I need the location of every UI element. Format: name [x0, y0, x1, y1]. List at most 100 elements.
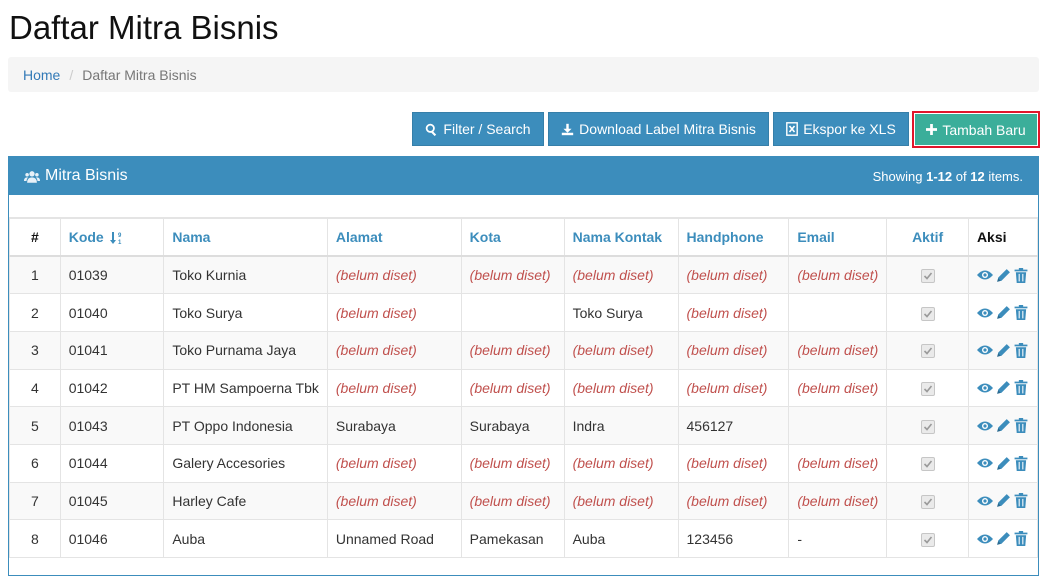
export-xls-button[interactable]: Ekspor ke XLS: [773, 112, 909, 146]
add-new-button[interactable]: Tambah Baru: [912, 111, 1040, 148]
kota-cell: (belum diset): [460, 481, 565, 521]
pencil-icon[interactable]: [996, 531, 1011, 546]
eye-icon[interactable]: [976, 494, 993, 508]
breadcrumb-home-link[interactable]: Home: [23, 67, 60, 83]
filter-search-button[interactable]: Filter / Search: [412, 112, 544, 146]
kota-cell: (belum diset): [460, 368, 565, 408]
col-header-kota[interactable]: Kota: [460, 217, 565, 257]
row-number: 8: [9, 519, 61, 558]
aktif-checkbox: [920, 382, 935, 397]
col-header-kode-label: Kode: [68, 228, 104, 245]
row-number: 7: [9, 481, 61, 521]
pencil-icon[interactable]: [996, 268, 1011, 283]
trash-icon[interactable]: [1014, 380, 1028, 396]
aksi-cell: [967, 368, 1039, 408]
trash-icon[interactable]: [1014, 493, 1028, 509]
col-header-aksi: Aksi: [967, 217, 1039, 257]
trash-icon[interactable]: [1014, 342, 1028, 358]
download-label-button[interactable]: Download Label Mitra Bisnis: [548, 112, 769, 146]
pencil-icon[interactable]: [996, 418, 1011, 433]
pencil-icon[interactable]: [996, 493, 1011, 508]
nama-cell: Toko Purnama Jaya: [163, 330, 328, 370]
col-header-handphone[interactable]: Handphone: [677, 217, 790, 257]
kode-cell: 01043: [59, 406, 165, 445]
aksi-cell: [967, 481, 1039, 521]
kode-cell: 01042: [59, 368, 165, 408]
toolbar: Filter / Search Download Label Mitra Bis…: [0, 111, 1044, 148]
trash-icon[interactable]: [1014, 305, 1028, 321]
eye-icon[interactable]: [976, 381, 993, 395]
email-cell: [788, 406, 888, 445]
kota-cell: (belum diset): [460, 330, 565, 370]
pencil-icon[interactable]: [996, 305, 1011, 320]
col-header-kode[interactable]: Kode 91: [59, 217, 165, 257]
aktif-cell: [886, 368, 969, 408]
aktif-cell: [886, 330, 969, 370]
trash-icon[interactable]: [1014, 418, 1028, 434]
table-row: 4 01042 PT HM Sampoerna Tbk (belum diset) (b…: [9, 368, 1039, 408]
handphone-cell: (belum diset): [677, 330, 790, 370]
alamat-cell: (belum diset): [326, 293, 462, 332]
trash-icon[interactable]: [1014, 267, 1028, 283]
summary-of: of: [952, 168, 971, 184]
kode-cell: 01044: [59, 443, 165, 483]
nama-kontak-cell: (belum diset): [563, 255, 679, 295]
aksi-cell: [967, 519, 1039, 558]
eye-icon[interactable]: [976, 343, 993, 357]
check-icon: [923, 385, 932, 393]
eye-icon[interactable]: [976, 456, 993, 470]
aksi-cell: [967, 443, 1039, 483]
nama-kontak-cell: (belum diset): [563, 443, 679, 483]
handphone-cell: 123456: [677, 519, 790, 558]
email-cell: -: [788, 519, 888, 558]
sort-numeric-icon: 91: [109, 232, 122, 246]
table-row: 1 01039 Toko Kurnia (belum diset) (belum dis…: [9, 255, 1039, 295]
table-row: 2 01040 Toko Surya (belum diset) Toko Surya(…: [9, 293, 1039, 332]
handphone-cell: (belum diset): [677, 368, 790, 408]
trash-icon[interactable]: [1014, 455, 1028, 471]
col-header-email[interactable]: Email: [788, 217, 888, 257]
search-icon: [426, 123, 437, 136]
col-header-aktif[interactable]: Aktif: [886, 217, 969, 257]
summary-suffix: items.: [984, 168, 1023, 184]
handphone-cell: 456127: [677, 406, 790, 445]
page-title: Daftar Mitra Bisnis: [9, 9, 279, 46]
nama-cell: PT HM Sampoerna Tbk: [163, 368, 328, 408]
eye-icon[interactable]: [976, 268, 993, 282]
row-number: 4: [9, 368, 61, 408]
eye-icon[interactable]: [976, 532, 993, 546]
kode-cell: 01046: [59, 519, 165, 558]
aksi-cell: [967, 330, 1039, 370]
pencil-icon[interactable]: [996, 380, 1011, 395]
row-number: 1: [9, 255, 61, 295]
panel-title-label: Mitra Bisnis: [45, 167, 128, 184]
eye-icon[interactable]: [976, 306, 993, 320]
mitra-table: # Kode 91 Nama Alamat Kota Nama Kontak H…: [9, 217, 1039, 558]
aktif-cell: [886, 406, 969, 445]
nama-kontak-cell: Indra: [563, 406, 679, 445]
email-cell: (belum diset): [788, 443, 888, 483]
kota-cell: Pamekasan: [460, 519, 565, 558]
eye-icon[interactable]: [976, 419, 993, 433]
aktif-checkbox: [920, 457, 935, 472]
col-header-alamat[interactable]: Alamat: [326, 217, 462, 257]
nama-cell: Toko Surya: [163, 293, 328, 332]
col-header-nama-kontak[interactable]: Nama Kontak: [563, 217, 679, 257]
download-label: Download Label Mitra Bisnis: [579, 121, 756, 137]
kode-cell: 01039: [59, 255, 165, 295]
email-cell: (belum diset): [788, 330, 888, 370]
export-xls-label: Ekspor ke XLS: [803, 121, 896, 137]
table-header-row: # Kode 91 Nama Alamat Kota Nama Kontak H…: [9, 217, 1039, 257]
aktif-checkbox: [920, 495, 935, 510]
col-header-nama[interactable]: Nama: [163, 217, 328, 257]
summary-prefix: Showing: [872, 168, 927, 184]
nama-cell: Toko Kurnia: [163, 255, 328, 295]
email-cell: (belum diset): [788, 368, 888, 408]
download-icon: [561, 123, 574, 135]
pencil-icon[interactable]: [996, 343, 1011, 358]
svg-text:1: 1: [118, 240, 122, 245]
kode-cell: 01045: [59, 481, 165, 521]
table-row: 5 01043 PT Oppo Indonesia Surabaya Surabaya I…: [9, 406, 1039, 445]
trash-icon[interactable]: [1014, 531, 1028, 547]
pencil-icon[interactable]: [996, 456, 1011, 471]
